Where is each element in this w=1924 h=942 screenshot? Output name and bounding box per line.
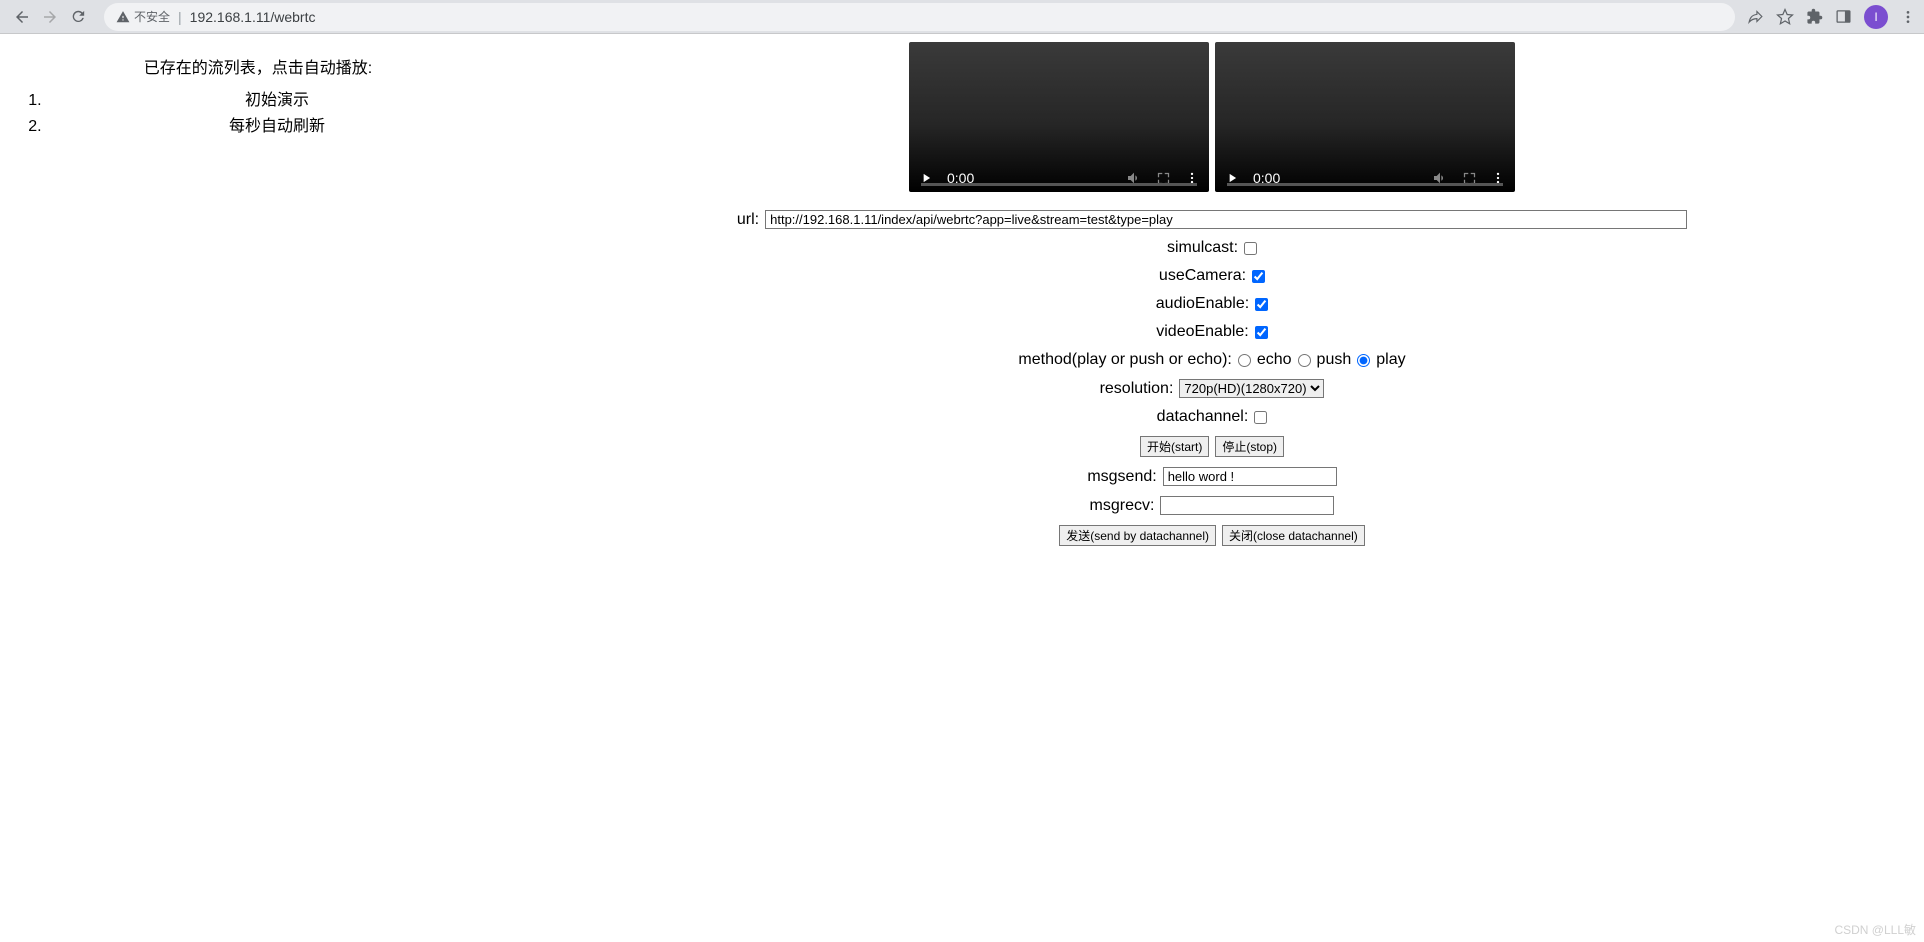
start-button[interactable]: 开始(start)	[1140, 436, 1209, 457]
stop-button[interactable]: 停止(stop)	[1215, 436, 1284, 457]
extensions-icon[interactable]	[1806, 8, 1823, 25]
list-item[interactable]: 初始演示	[46, 86, 508, 110]
video-progress[interactable]	[921, 183, 1197, 186]
datachannel-checkbox[interactable]	[1254, 411, 1267, 424]
insecure-badge: 不安全	[116, 8, 170, 25]
msgsend-input[interactable]	[1163, 467, 1337, 486]
url-text: 192.168.1.11/webrtc	[190, 9, 316, 25]
watermark: CSDN @LLL敏	[1834, 921, 1916, 938]
usecamera-checkbox[interactable]	[1252, 270, 1265, 283]
stream-list-title: 已存在的流列表，点击自动播放:	[8, 54, 508, 78]
insecure-label: 不安全	[134, 8, 170, 25]
usecamera-label: useCamera:	[1159, 267, 1246, 285]
simulcast-label: simulcast:	[1167, 239, 1238, 257]
msgrecv-input[interactable]	[1160, 496, 1334, 515]
method-play-radio[interactable]	[1357, 354, 1370, 367]
bookmark-icon[interactable]	[1776, 8, 1794, 26]
profile-avatar[interactable]: I	[1864, 5, 1888, 29]
reload-button[interactable]	[64, 3, 92, 31]
address-bar[interactable]: 不安全 | 192.168.1.11/webrtc	[104, 3, 1735, 31]
video-player-1[interactable]: 0:00	[909, 42, 1209, 192]
simulcast-checkbox[interactable]	[1244, 242, 1257, 255]
msgsend-label: msgsend:	[1087, 468, 1156, 486]
datachannel-label: datachannel:	[1157, 408, 1249, 426]
forward-button[interactable]	[36, 3, 64, 31]
method-echo-radio[interactable]	[1238, 354, 1251, 367]
close-button[interactable]: 关闭(close datachannel)	[1222, 525, 1365, 546]
videoenable-checkbox[interactable]	[1255, 326, 1268, 339]
resolution-select[interactable]: 720p(HD)(1280x720)	[1179, 379, 1324, 398]
method-label: method(play or push or echo):	[1018, 351, 1231, 369]
stream-list: 初始演示 每秒自动刷新	[8, 86, 508, 136]
side-panel-icon[interactable]	[1835, 8, 1852, 25]
back-button[interactable]	[8, 3, 36, 31]
menu-icon[interactable]	[1900, 9, 1916, 25]
method-push-radio[interactable]	[1298, 354, 1311, 367]
msgrecv-label: msgrecv:	[1090, 497, 1155, 515]
browser-toolbar: 不安全 | 192.168.1.11/webrtc I	[0, 0, 1924, 34]
resolution-label: resolution:	[1100, 380, 1174, 398]
list-item[interactable]: 每秒自动刷新	[46, 112, 508, 136]
share-icon[interactable]	[1747, 8, 1764, 25]
url-input[interactable]	[765, 210, 1687, 229]
audioenable-label: audioEnable:	[1156, 295, 1249, 313]
audioenable-checkbox[interactable]	[1255, 298, 1268, 311]
warning-icon	[116, 10, 130, 24]
video-player-2[interactable]: 0:00	[1215, 42, 1515, 192]
video-progress[interactable]	[1227, 183, 1503, 186]
send-button[interactable]: 发送(send by datachannel)	[1059, 525, 1216, 546]
url-label: url:	[737, 211, 759, 229]
videoenable-label: videoEnable:	[1156, 323, 1249, 341]
